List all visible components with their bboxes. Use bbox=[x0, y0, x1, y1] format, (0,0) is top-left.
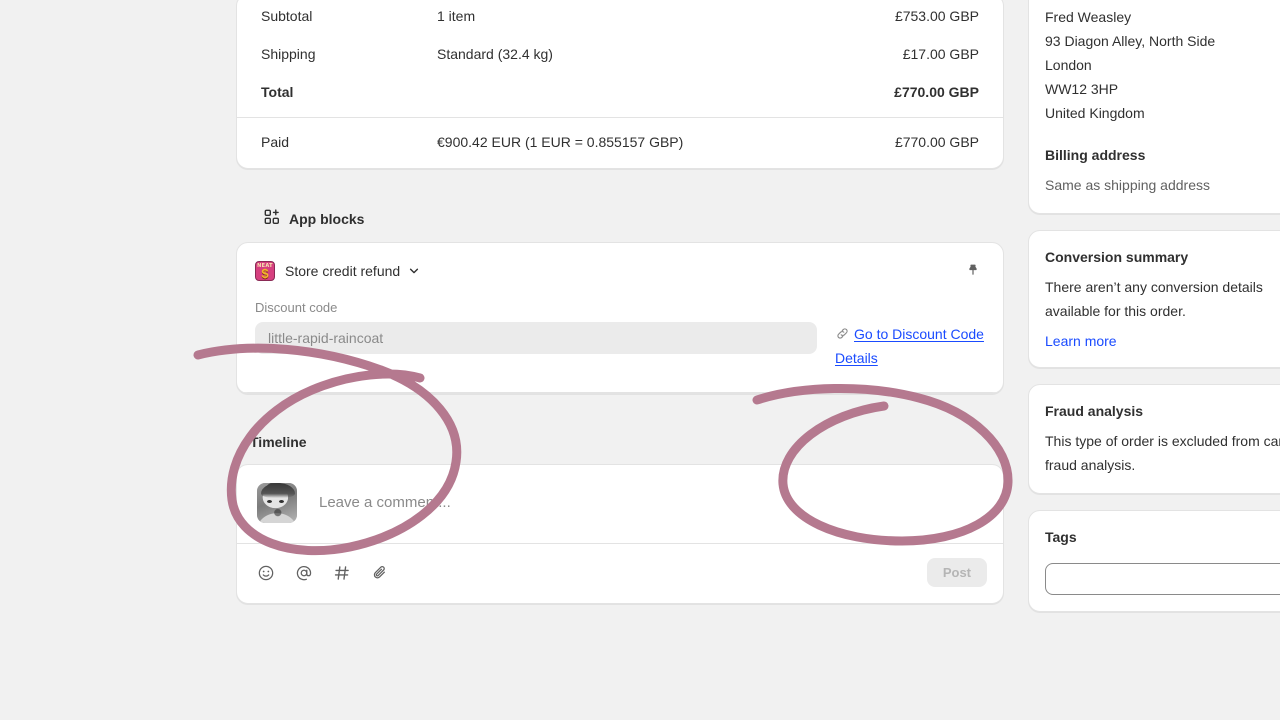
summary-label: Subtotal bbox=[261, 8, 313, 24]
shipping-line: London bbox=[1045, 57, 1092, 73]
avatar-eye-left bbox=[267, 500, 272, 503]
divider bbox=[237, 392, 1003, 393]
summary-label: Shipping bbox=[261, 46, 316, 62]
discount-link-wrap: Go to Discount Code Details bbox=[835, 298, 987, 370]
shipping-line: United Kingdom bbox=[1045, 105, 1145, 121]
fraud-analysis-body: This type of order is excluded from card… bbox=[1045, 433, 1280, 473]
summary-amount: £753.00 GBP bbox=[894, 8, 979, 24]
tags-title: Tags bbox=[1045, 529, 1077, 545]
composer-toolbar: Post bbox=[237, 544, 1003, 603]
avatar-eye-right bbox=[279, 500, 284, 503]
app-blocks-title: App blocks bbox=[289, 210, 365, 227]
go-to-discount-code-details-link[interactable]: Go to Discount Code Details bbox=[835, 326, 984, 366]
paid-label: Paid bbox=[261, 134, 290, 150]
order-summary-card: Subtotal 1 item £753.00 GBP Shipping Sta… bbox=[236, 0, 1004, 169]
conversion-summary-card: Conversion summary There aren’t any conv… bbox=[1028, 230, 1280, 368]
summary-detail: Standard (32.4 kg) bbox=[437, 46, 553, 62]
timeline-heading: Timeline bbox=[250, 434, 1004, 450]
summary-label: Total bbox=[261, 84, 294, 100]
composer-icons bbox=[257, 564, 389, 582]
avatar bbox=[257, 483, 297, 523]
table-row-paid: Paid €900.42 EUR (1 EUR = 0.855157 GBP) … bbox=[237, 118, 1003, 168]
pushpin-icon[interactable] bbox=[959, 257, 987, 285]
hashtag-icon[interactable] bbox=[333, 564, 351, 582]
summary-amount: £770.00 GBP bbox=[894, 84, 979, 100]
link-icon bbox=[835, 326, 850, 346]
post-button[interactable]: Post bbox=[926, 558, 987, 587]
attachment-icon[interactable] bbox=[371, 564, 389, 582]
discount-code-input[interactable]: little-rapid-raincoat bbox=[255, 322, 817, 354]
table-row-total: Total £770.00 GBP bbox=[237, 73, 1003, 111]
conversion-summary-body: There aren’t any conversion details avai… bbox=[1045, 279, 1263, 319]
chevron-down-icon[interactable] bbox=[408, 265, 420, 277]
timeline-card: Leave a comment... Post bbox=[236, 464, 1004, 604]
discount-code-field-group: Discount code little-rapid-raincoat bbox=[255, 298, 835, 354]
shipping-line: 93 Diagon Alley, North Side bbox=[1045, 33, 1216, 49]
table-row: Subtotal 1 item £753.00 GBP bbox=[237, 0, 1003, 35]
app-block-title: Store credit refund bbox=[285, 263, 401, 279]
shipping-line: Fred Weasley bbox=[1045, 9, 1132, 25]
app-block-card: NEAT $ Store credit refund Discount code… bbox=[236, 242, 1004, 394]
app-blocks-heading: App blocks bbox=[264, 209, 1004, 228]
fraud-analysis-title: Fraud analysis bbox=[1045, 403, 1144, 419]
grid-plus-icon bbox=[264, 209, 280, 228]
comment-input[interactable]: Leave a comment... bbox=[319, 493, 451, 513]
comment-composer: Leave a comment... bbox=[237, 465, 1003, 543]
right-sidebar: Shipping address Fred Weasley 93 Diagon … bbox=[1028, 0, 1280, 628]
app-icon-dollar: $ bbox=[261, 266, 269, 281]
main-column: Paid Subtotal 1 item £753.00 GBP Shippin… bbox=[236, 0, 1004, 604]
app-block-header: NEAT $ Store credit refund bbox=[237, 243, 1003, 298]
summary-detail: 1 item bbox=[437, 8, 476, 24]
avatar-hair bbox=[261, 483, 295, 498]
billing-address-title: Billing address bbox=[1045, 147, 1146, 163]
order-detail-page: Paid Subtotal 1 item £753.00 GBP Shippin… bbox=[0, 0, 1280, 720]
billing-address-text: Same as shipping address bbox=[1045, 177, 1210, 193]
conversion-summary-title: Conversion summary bbox=[1045, 249, 1189, 265]
summary-amount: £17.00 GBP bbox=[902, 46, 979, 62]
timeline-title: Timeline bbox=[250, 434, 307, 450]
paid-amount: £770.00 GBP bbox=[894, 134, 979, 150]
shipping-line: WW12 3HP bbox=[1045, 81, 1119, 97]
neat-app-icon: NEAT $ bbox=[255, 261, 275, 281]
learn-more-link[interactable]: Learn more bbox=[1045, 331, 1117, 351]
address-card: Shipping address Fred Weasley 93 Diagon … bbox=[1028, 0, 1280, 214]
mention-icon[interactable] bbox=[295, 564, 313, 582]
tags-input[interactable] bbox=[1045, 563, 1280, 595]
table-row: Shipping Standard (32.4 kg) £17.00 GBP bbox=[237, 35, 1003, 73]
paid-detail: €900.42 EUR (1 EUR = 0.855157 GBP) bbox=[437, 134, 684, 150]
fraud-analysis-card: Fraud analysis This type of order is exc… bbox=[1028, 384, 1280, 494]
discount-code-label: Discount code bbox=[255, 300, 338, 315]
app-block-body: Discount code little-rapid-raincoat Go t… bbox=[237, 298, 1003, 392]
emoji-icon[interactable] bbox=[257, 564, 275, 582]
tags-card: Tags bbox=[1028, 510, 1280, 612]
